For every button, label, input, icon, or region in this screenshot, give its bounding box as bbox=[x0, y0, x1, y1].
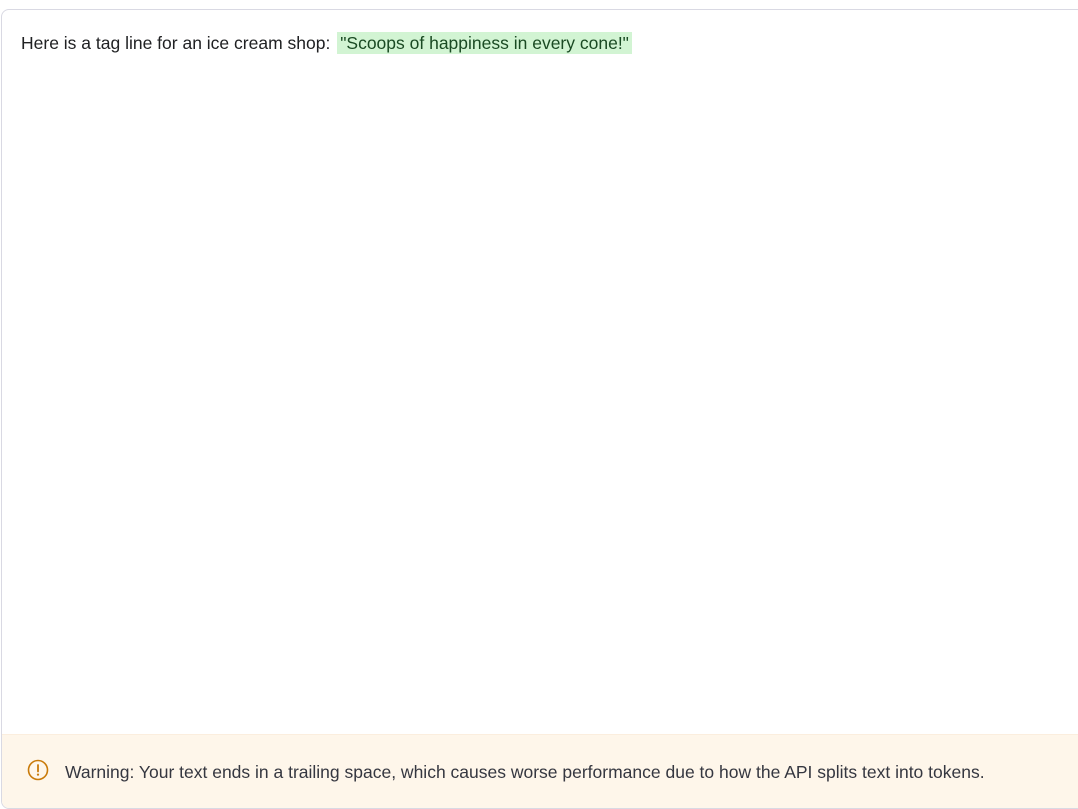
trailing-space-warning: Warning: Your text ends in a trailing sp… bbox=[2, 734, 1078, 808]
playground-editor[interactable]: Here is a tag line for an ice cream shop… bbox=[1, 9, 1078, 809]
prompt-text: Here is a tag line for an ice cream shop… bbox=[21, 33, 336, 53]
editor-text-area[interactable]: Here is a tag line for an ice cream shop… bbox=[21, 31, 632, 55]
completion-highlight: "Scoops of happiness in every cone!" bbox=[337, 32, 632, 54]
warning-message: Warning: Your text ends in a trailing sp… bbox=[65, 762, 985, 782]
alert-circle-icon bbox=[27, 759, 49, 781]
